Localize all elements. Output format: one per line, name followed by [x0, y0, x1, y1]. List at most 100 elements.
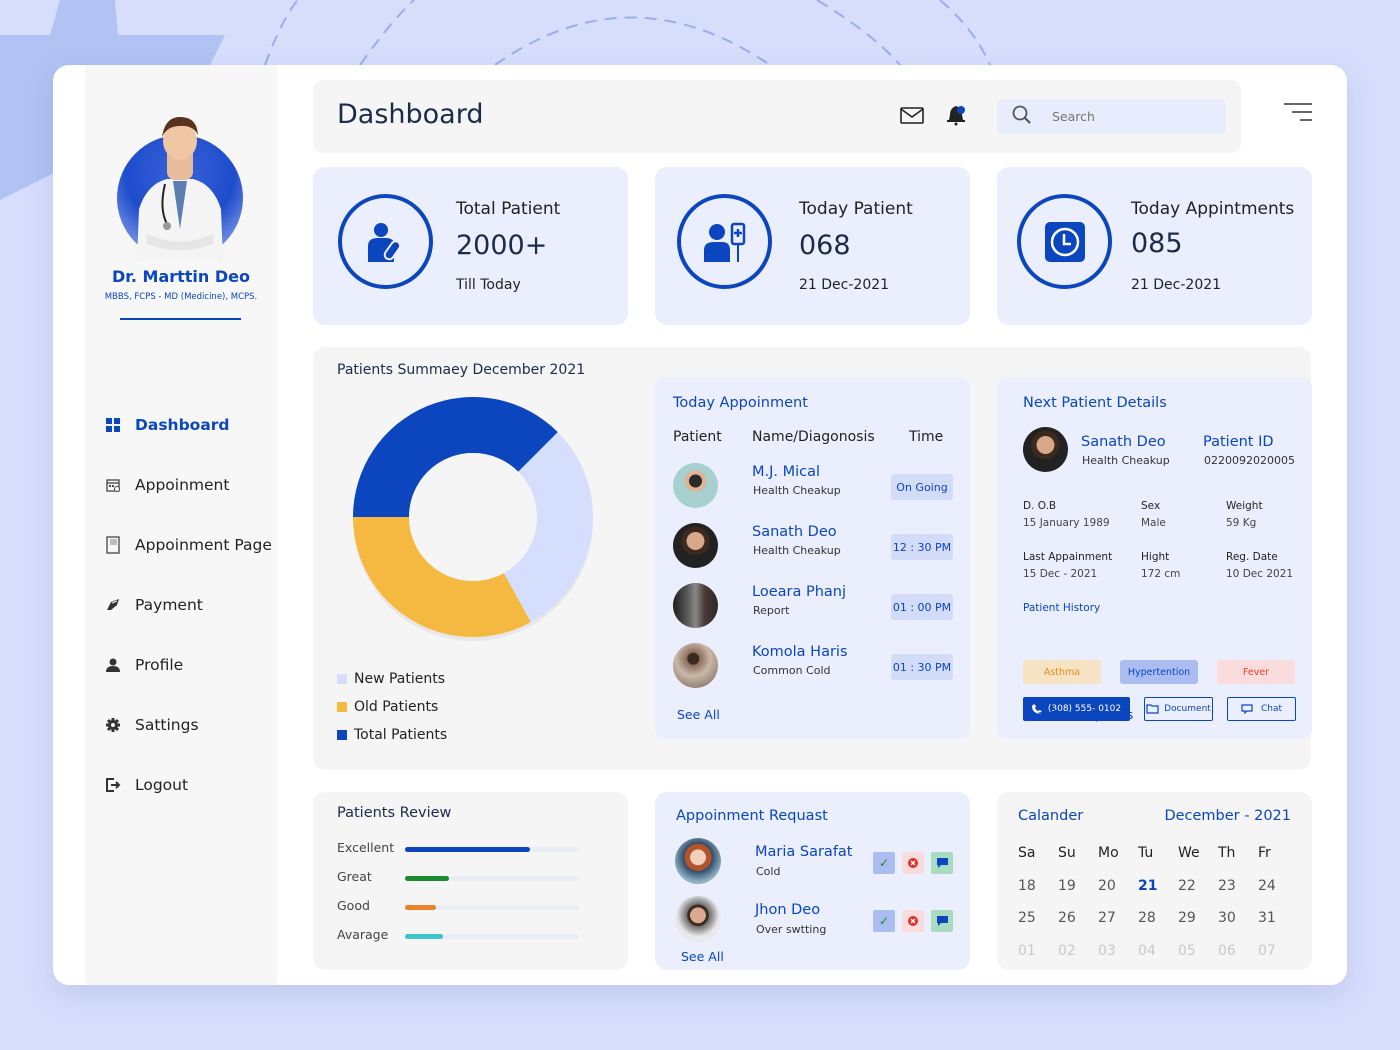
reject-button[interactable] — [902, 852, 924, 874]
calendar-day[interactable]: 30 — [1215, 910, 1255, 926]
calendar-day-today[interactable]: 21 — [1135, 878, 1175, 894]
calendar-day[interactable]: 01 — [1015, 943, 1055, 959]
search-box[interactable] — [997, 99, 1226, 134]
document-button[interactable]: Document — [1144, 697, 1213, 721]
calendar-month[interactable]: December - 2021 — [1164, 808, 1291, 824]
calendar-day[interactable]: 27 — [1095, 910, 1135, 926]
next-patient-card: Next Patient Details Sanath Deo Health C… — [997, 377, 1312, 739]
weekday-label: Sa — [1018, 845, 1036, 862]
sidebar-item-label: Appoinment — [135, 476, 230, 494]
chart-legend: New Patients Old Patients Total Patients — [337, 665, 447, 749]
review-progress-fill — [405, 847, 531, 852]
appointment-row[interactable]: Loeara Phanj Report 01 : 00 PM — [673, 583, 955, 631]
calendar-day[interactable]: 20 — [1095, 878, 1135, 894]
reject-button[interactable] — [902, 910, 924, 932]
review-label: Great — [337, 869, 372, 884]
appointment-row[interactable]: Sanath Deo Health Cheakup 12 : 30 PM — [673, 523, 955, 571]
stat-card-total-patient: Total Patient 2000+ Till Today — [313, 167, 628, 325]
calendar-day[interactable]: 28 — [1135, 910, 1175, 926]
patient-drip-icon — [703, 222, 745, 262]
review-label: Excellent — [337, 840, 395, 855]
sidebar-item-dashboard[interactable]: Dashboard — [105, 395, 272, 455]
next-patient-avatar — [1023, 427, 1068, 472]
close-icon — [908, 858, 918, 868]
search-input[interactable] — [1052, 109, 1202, 124]
history-tag-asthma: Asthma — [1023, 660, 1101, 684]
appointment-row[interactable]: M.J. Mical Health Cheakup On Going — [673, 463, 955, 511]
calendar-day[interactable]: 29 — [1175, 910, 1215, 926]
bell-icon[interactable] — [947, 104, 967, 130]
detail-value: 172 cm — [1141, 568, 1181, 580]
sidebar-item-sattings[interactable]: Sattings — [105, 695, 272, 755]
accept-button[interactable]: ✓ — [873, 852, 895, 874]
accept-button[interactable]: ✓ — [873, 910, 895, 932]
review-progress-track — [405, 905, 579, 910]
menu-icon[interactable] — [1284, 102, 1312, 126]
review-progress-fill — [405, 934, 444, 939]
sidebar-item-appoinment-page[interactable]: Appoinment Page — [105, 515, 272, 575]
stat-sub: 21 Dec-2021 — [799, 277, 890, 293]
calendar-day[interactable]: 05 — [1175, 943, 1215, 959]
requester-avatar — [675, 838, 721, 884]
review-row: Excellent — [337, 840, 582, 860]
calendar-icon — [105, 477, 121, 493]
column-header: Time — [909, 429, 944, 445]
calendar-day[interactable]: 31 — [1255, 910, 1295, 926]
sidebar-item-payment[interactable]: Payment — [105, 575, 272, 635]
sidebar-item-label: Payment — [135, 596, 203, 614]
detail-label: Hight — [1141, 551, 1170, 563]
sidebar-item-appoinment[interactable]: Appoinment — [105, 455, 272, 515]
patient-avatar — [673, 523, 718, 568]
last-prescriptions-link[interactable]: Last Prescriptions — [1023, 707, 1133, 722]
calendar-day[interactable]: 18 — [1015, 878, 1055, 894]
calendar-day[interactable]: 19 — [1055, 878, 1095, 894]
sidebar-item-label: Profile — [135, 656, 184, 674]
calendar-day[interactable]: 25 — [1015, 910, 1055, 926]
mail-icon[interactable] — [900, 107, 924, 128]
history-tag-fever: Fever — [1217, 660, 1295, 684]
calendar-day[interactable]: 04 — [1135, 943, 1175, 959]
calendar-day[interactable]: 02 — [1055, 943, 1095, 959]
app-window: Dr. Marttin Deo MBBS, FCPS - MD (Medicin… — [53, 65, 1347, 985]
calendar-day[interactable]: 06 — [1215, 943, 1255, 959]
patient-avatar — [673, 643, 718, 688]
chat-button[interactable]: Chat — [1227, 697, 1296, 721]
calendar-week-row: 18 19 20 21 22 23 24 — [1015, 870, 1295, 903]
appointment-row[interactable]: Komola Haris Common Cold 01 : 30 PM — [673, 643, 955, 691]
sidebar-item-logout[interactable]: Logout — [105, 755, 272, 815]
patient-diagnosis: Report — [753, 604, 790, 617]
see-all-link[interactable]: See All — [677, 707, 720, 722]
patient-id-label: Patient ID — [1203, 434, 1274, 450]
review-label: Avarage — [337, 927, 389, 942]
patient-name: Loeara Phanj — [752, 584, 846, 600]
calendar-day[interactable]: 26 — [1055, 910, 1095, 926]
doctor-photo — [137, 117, 223, 261]
time-badge: On Going — [891, 474, 953, 500]
stat-value: 068 — [799, 230, 851, 261]
sidebar-nav: Dashboard Appoinment Appoinment Page Pay… — [105, 395, 272, 815]
calendar-day[interactable]: 24 — [1255, 878, 1295, 894]
message-button[interactable] — [931, 852, 953, 874]
see-all-link[interactable]: See All — [681, 949, 724, 964]
calendar-day[interactable]: 07 — [1255, 943, 1295, 959]
request-row: Maria Sarafat Cold ✓ — [675, 838, 960, 888]
doctor-avatar[interactable] — [117, 117, 243, 261]
calendar-card: Calander December - 2021 Sa Su Mo Tu We Th Fr 1… — [997, 792, 1312, 970]
page-icon — [105, 536, 121, 554]
patient-icon — [367, 222, 401, 262]
detail-value: Male — [1141, 517, 1166, 529]
legend-item: New Patients — [337, 665, 447, 693]
calendar-day[interactable]: 22 — [1175, 878, 1215, 894]
calendar-day[interactable]: 03 — [1095, 943, 1135, 959]
sidebar-item-profile[interactable]: Profile — [105, 635, 272, 695]
divider — [120, 318, 241, 320]
review-progress-fill — [405, 876, 449, 881]
review-label: Good — [337, 898, 370, 913]
history-tag-hypertention: Hypertention — [1120, 660, 1198, 684]
clock-icon — [1044, 221, 1085, 262]
message-button[interactable] — [931, 910, 953, 932]
detail-value: 15 January 1989 — [1023, 517, 1110, 529]
calendar-day[interactable]: 23 — [1215, 878, 1255, 894]
doctor-name: Dr. Marttin Deo — [111, 267, 250, 286]
stat-value: 2000+ — [456, 230, 548, 261]
